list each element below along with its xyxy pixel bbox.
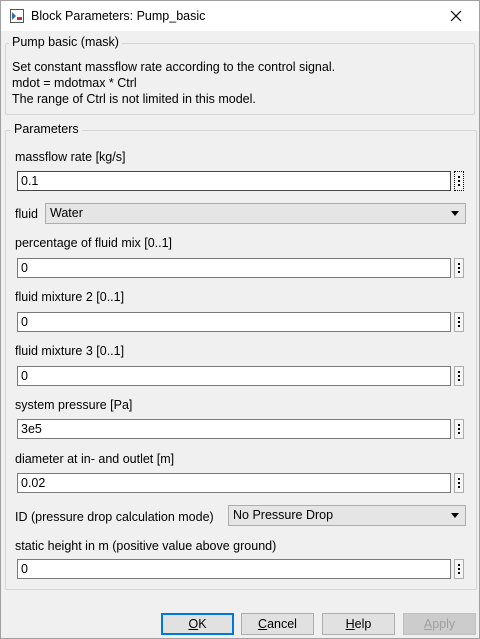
id-label: ID (pressure drop calculation mode) [15, 510, 214, 524]
apply-label-rest: pply [432, 617, 456, 631]
close-icon[interactable] [433, 1, 479, 31]
more-options-icon[interactable] [454, 419, 464, 439]
mask-description-line-3: The range of Ctrl is not limited in this… [12, 92, 256, 106]
more-options-icon[interactable] [454, 258, 464, 278]
id-select[interactable]: No Pressure Drop [228, 505, 466, 526]
more-options-icon[interactable] [454, 473, 464, 493]
fluid-label: fluid [15, 207, 38, 221]
dialog-window: Block Parameters: Pump_basic Pump basic … [0, 0, 480, 639]
mix-label: percentage of fluid mix [0..1] [15, 236, 173, 250]
mixture3-field[interactable] [17, 366, 451, 386]
cancel-button[interactable]: Cancel [241, 613, 314, 635]
massflow-field[interactable] [17, 171, 451, 191]
more-options-icon[interactable] [454, 366, 464, 386]
diameter-label: diameter at in- and outlet [m] [15, 452, 175, 466]
window-title: Block Parameters: Pump_basic [31, 9, 206, 23]
chevron-down-icon [451, 513, 459, 518]
help-button[interactable]: Help [322, 613, 395, 635]
ok-button[interactable]: OK [161, 613, 234, 635]
mask-description-line-1: Set constant massflow rate according to … [12, 60, 336, 74]
help-mnemonic: H [345, 617, 355, 631]
mix-field[interactable] [17, 258, 451, 278]
simulink-block-icon [9, 8, 25, 24]
more-options-icon[interactable] [454, 559, 464, 579]
fluid-select-value: Water [50, 206, 83, 220]
apply-button[interactable]: Apply [403, 613, 476, 635]
diameter-field[interactable] [17, 473, 451, 493]
parameters-group-legend: Parameters [11, 122, 82, 136]
cancel-label-rest: ancel [267, 617, 297, 631]
mixture2-field[interactable] [17, 312, 451, 332]
ok-mnemonic: O [188, 617, 199, 631]
pressure-label: system pressure [Pa] [15, 398, 133, 412]
chevron-down-icon [451, 211, 459, 216]
massflow-label: massflow rate [kg/s] [15, 150, 126, 164]
fluid-select[interactable]: Water [45, 203, 466, 224]
apply-mnemonic: A [423, 617, 433, 631]
mixture3-label: fluid mixture 3 [0..1] [15, 344, 125, 358]
more-options-icon[interactable] [454, 312, 464, 332]
pressure-field[interactable] [17, 419, 451, 439]
mask-group-legend: Pump basic (mask) [9, 35, 122, 49]
height-label: static height in m (positive value above… [15, 539, 277, 553]
height-field[interactable] [17, 559, 451, 579]
help-label-rest: elp [354, 617, 372, 631]
mask-description-line-2: mdot = mdotmax * Ctrl [12, 76, 137, 90]
ok-label-rest: K [198, 617, 207, 631]
more-options-icon[interactable] [454, 171, 464, 191]
mixture2-label: fluid mixture 2 [0..1] [15, 290, 125, 304]
title-bar[interactable]: Block Parameters: Pump_basic [1, 1, 479, 31]
id-select-value: No Pressure Drop [233, 508, 334, 522]
cancel-mnemonic: C [258, 617, 268, 631]
